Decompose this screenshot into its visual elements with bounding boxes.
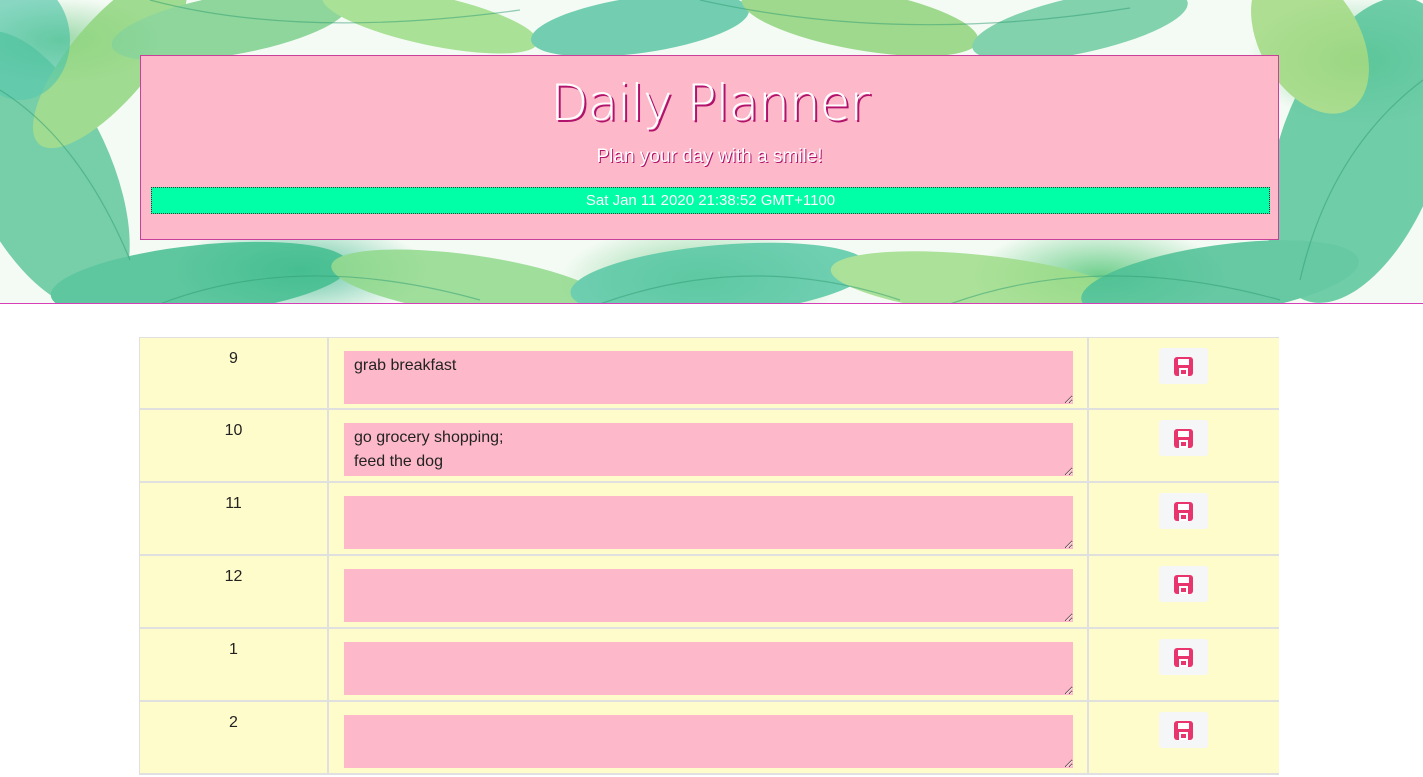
save-cell xyxy=(1089,702,1279,773)
hour-label: 11 xyxy=(139,483,329,554)
floppy-disk-icon xyxy=(1174,574,1193,594)
time-block-row: 10 go grocery shopping; feed the dog xyxy=(139,410,1279,483)
description-cell xyxy=(329,629,1089,700)
description-textarea[interactable] xyxy=(344,642,1073,695)
description-textarea[interactable] xyxy=(344,569,1073,622)
floppy-disk-icon xyxy=(1174,356,1193,376)
save-button[interactable] xyxy=(1159,639,1208,675)
time-block-row: 1 xyxy=(139,629,1279,702)
save-button[interactable] xyxy=(1159,712,1208,748)
save-button[interactable] xyxy=(1159,493,1208,529)
description-cell: grab breakfast xyxy=(329,338,1089,408)
floppy-disk-icon xyxy=(1174,501,1193,521)
hour-label: 9 xyxy=(139,338,329,408)
save-button[interactable] xyxy=(1159,348,1208,384)
jumbotron: Daily Planner Plan your day with a smile… xyxy=(140,55,1279,240)
description-textarea[interactable]: go grocery shopping; feed the dog xyxy=(344,423,1073,476)
hour-label: 10 xyxy=(139,410,329,481)
description-cell xyxy=(329,702,1089,773)
time-block-row: 2 xyxy=(139,702,1279,775)
floppy-disk-icon xyxy=(1174,428,1193,448)
planner-container: 9 grab breakfast 10 go grocery shopping;… xyxy=(139,337,1279,775)
time-block-row: 9 grab breakfast xyxy=(139,337,1279,410)
save-button[interactable] xyxy=(1159,566,1208,602)
save-cell xyxy=(1089,410,1279,481)
save-cell xyxy=(1089,629,1279,700)
save-button[interactable] xyxy=(1159,420,1208,456)
time-block-row: 12 xyxy=(139,556,1279,629)
description-textarea[interactable] xyxy=(344,496,1073,549)
time-block-row: 11 xyxy=(139,483,1279,556)
description-cell: go grocery shopping; feed the dog xyxy=(329,410,1089,481)
current-datetime: Sat Jan 11 2020 21:38:52 GMT+1100 xyxy=(151,187,1270,214)
page-subtitle: Plan your day with a smile! xyxy=(596,146,823,167)
header-banner: Daily Planner Plan your day with a smile… xyxy=(0,0,1423,304)
floppy-disk-icon xyxy=(1174,647,1193,667)
hour-label: 1 xyxy=(139,629,329,700)
save-cell xyxy=(1089,556,1279,627)
description-textarea[interactable] xyxy=(344,715,1073,768)
hour-label: 2 xyxy=(139,702,329,773)
description-cell xyxy=(329,483,1089,554)
page-title: Daily Planner xyxy=(550,74,870,132)
description-textarea[interactable]: grab breakfast xyxy=(344,351,1073,404)
save-cell xyxy=(1089,483,1279,554)
save-cell xyxy=(1089,338,1279,408)
floppy-disk-icon xyxy=(1174,720,1193,740)
description-cell xyxy=(329,556,1089,627)
hour-label: 12 xyxy=(139,556,329,627)
